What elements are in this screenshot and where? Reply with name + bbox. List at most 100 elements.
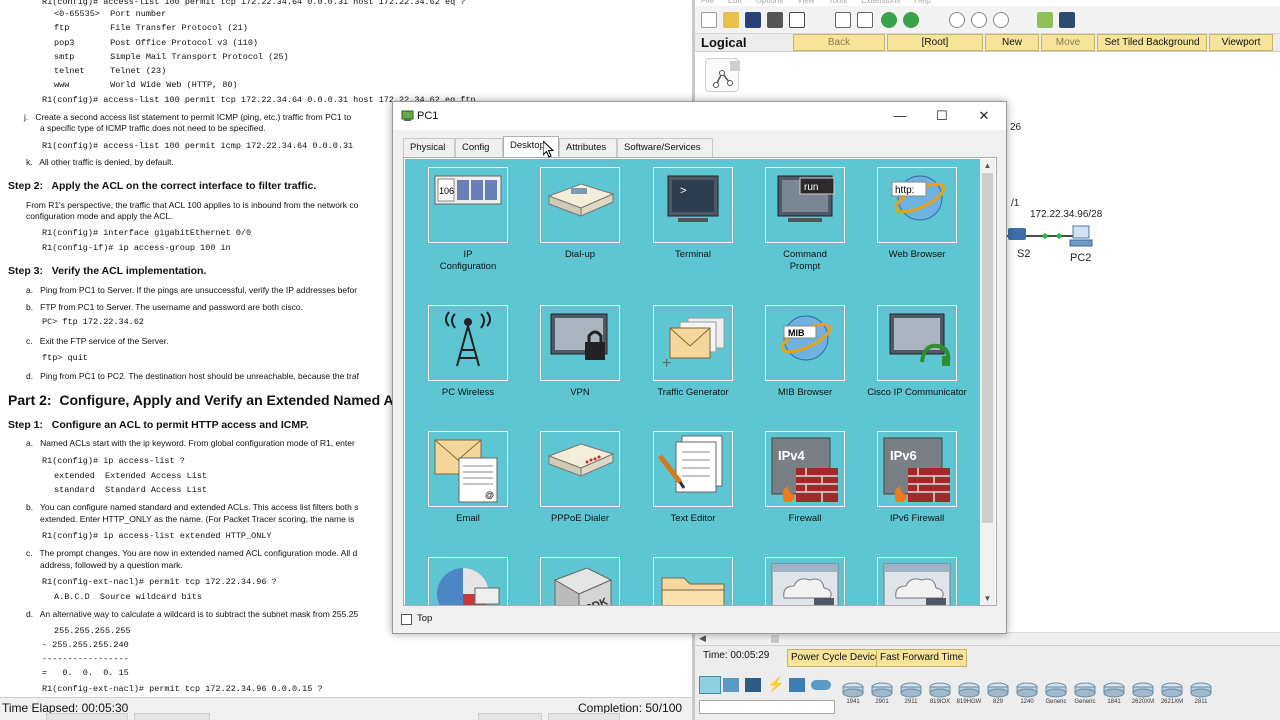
desktop-app-cloud-window-icon[interactable] (753, 557, 857, 605)
move-object-button[interactable]: Move Object (1041, 34, 1095, 63)
set-tiled-background-button[interactable]: Set Tiled Background (1097, 34, 1207, 51)
dialog-title-bar[interactable]: PC1 — ☐ ✕ (393, 102, 1006, 130)
tab-software-services[interactable]: Software/Services (617, 138, 713, 157)
folder-icon[interactable] (653, 557, 733, 605)
router-device-icon[interactable] (841, 679, 865, 699)
status-button[interactable] (478, 713, 542, 720)
ip-communicator-icon[interactable] (877, 305, 957, 381)
activity-wizard-icon[interactable] (789, 12, 805, 28)
menu-item-help[interactable]: Help (914, 0, 930, 5)
router-device-icon[interactable] (1189, 679, 1213, 699)
router-device-icon[interactable] (1160, 679, 1184, 699)
desktop-app-cisco-ip-communicator[interactable]: Cisco IP Communicator (865, 305, 969, 415)
scroll-down-icon[interactable]: ▼ (980, 592, 995, 605)
menu-item-edit[interactable]: Edit (728, 0, 742, 5)
router-device-icon[interactable] (986, 679, 1010, 699)
web-browser-icon[interactable]: http: (877, 167, 957, 243)
menu-item-tools[interactable]: Tools (828, 0, 847, 5)
desktop-app-mib-browser[interactable]: MIB MIB Browser (753, 305, 857, 415)
vpn-lock-icon[interactable] (540, 305, 620, 381)
new-cluster-button[interactable]: New Cluster (985, 34, 1039, 63)
desktop-app-folder-icon[interactable] (641, 557, 745, 605)
root-button[interactable]: [Root] (887, 34, 983, 51)
misc-icon[interactable] (789, 678, 805, 692)
desktop-app-dial-up[interactable]: Dial-up (528, 167, 632, 277)
desktop-app-cloud-window-icon-2[interactable] (865, 557, 969, 605)
router-device-icon[interactable] (1015, 679, 1039, 699)
pppoe-dialer-icon[interactable] (540, 431, 620, 507)
zoom-in-icon[interactable] (949, 12, 965, 28)
logical-workspace-label[interactable]: Logical (701, 35, 747, 50)
status-button[interactable] (548, 713, 620, 720)
router-device-icon[interactable] (1131, 679, 1155, 699)
redo-icon[interactable] (903, 12, 919, 28)
router-device-icon[interactable] (1102, 679, 1126, 699)
minimize-button[interactable]: — (879, 102, 921, 130)
paste-icon[interactable] (857, 12, 873, 28)
sdk-icon[interactable]: SDK (540, 557, 620, 605)
tab-physical[interactable]: Physical (403, 138, 455, 157)
desktop-app-traffic-generator[interactable]: + Traffic Generator (641, 305, 745, 415)
pie-chart-icon[interactable] (428, 557, 508, 605)
connections-icon[interactable]: ⚡ (767, 676, 784, 694)
network-devices-icon[interactable] (699, 676, 721, 694)
firewall-ipv6-icon[interactable]: IPv6 (877, 431, 957, 507)
tab-attributes[interactable]: Attributes (559, 138, 617, 157)
menu-item-extensions[interactable]: Extensions (861, 0, 900, 5)
terminal-icon[interactable]: > (653, 167, 733, 243)
router-device-icon[interactable] (1073, 679, 1097, 699)
device-search-field[interactable] (699, 700, 835, 714)
desktop-app-pc-wireless[interactable]: PC Wireless (416, 305, 520, 415)
viewport-button[interactable]: Viewport (1209, 34, 1273, 51)
palette-icon[interactable] (1037, 12, 1053, 28)
wireless-antenna-icon[interactable] (428, 305, 508, 381)
desktop-app-firewall[interactable]: IPv4 Firewall (753, 431, 857, 541)
desktop-vertical-scrollbar[interactable]: ▲ ▼ (980, 159, 995, 605)
desktop-app-pppoe-dialer[interactable]: PPPoE Dialer (528, 431, 632, 541)
cloud-window-icon-2[interactable] (877, 557, 957, 605)
new-file-icon[interactable] (701, 12, 717, 28)
mib-browser-icon[interactable]: MIB (765, 305, 845, 381)
components-icon[interactable] (745, 678, 761, 692)
scroll-thumb[interactable] (771, 635, 779, 643)
scroll-left-icon[interactable]: ◀ (699, 633, 706, 644)
desktop-app-command-prompt[interactable]: run Command Prompt (753, 167, 857, 277)
ip-config-icon[interactable]: 106 (428, 167, 508, 243)
end-devices-icon[interactable] (723, 678, 739, 692)
router-device-icon[interactable] (1044, 679, 1068, 699)
save-icon[interactable] (745, 12, 761, 28)
desktop-app-text-editor[interactable]: Text Editor (641, 431, 745, 541)
scroll-thumb[interactable] (982, 173, 993, 523)
menu-item-view[interactable]: View (797, 0, 814, 5)
scroll-up-icon[interactable]: ▲ (980, 159, 995, 172)
router-device-icon[interactable] (957, 679, 981, 699)
router-device-icon[interactable] (899, 679, 923, 699)
pc2-icon[interactable] (1069, 224, 1093, 248)
email-icon[interactable]: @ (428, 431, 508, 507)
menu-item-options[interactable]: Options (756, 0, 784, 5)
status-button[interactable] (46, 713, 128, 720)
multiuser-icon[interactable] (811, 680, 831, 690)
router-device-icon[interactable] (870, 679, 894, 699)
traffic-generator-icon[interactable]: + (653, 305, 733, 381)
open-folder-icon[interactable] (723, 12, 739, 28)
top-checkbox[interactable] (401, 614, 412, 625)
print-icon[interactable] (767, 12, 783, 28)
zoom-out-icon[interactable] (993, 12, 1009, 28)
desktop-app-terminal[interactable]: > Terminal (641, 167, 745, 277)
undo-icon[interactable] (881, 12, 897, 28)
desktop-app-ip-configuration[interactable]: 106 IP Configuration (416, 167, 520, 277)
firewall-ipv4-icon[interactable]: IPv4 (765, 431, 845, 507)
cluster-icon[interactable] (705, 58, 748, 92)
power-cycle-devices-button[interactable]: Power Cycle Devices (787, 649, 890, 667)
maximize-button[interactable]: ☐ (921, 102, 963, 130)
command-prompt-icon[interactable]: run (765, 167, 845, 243)
status-button[interactable] (134, 713, 210, 720)
zoom-reset-icon[interactable] (971, 12, 987, 28)
back-button[interactable]: Back (793, 34, 885, 51)
custom-device-icon[interactable] (1059, 12, 1075, 28)
menu-item-file[interactable]: File (701, 0, 714, 5)
text-editor-icon[interactable] (653, 431, 733, 507)
fast-forward-time-button[interactable]: Fast Forward Time (876, 649, 968, 667)
desktop-app-pie-chart-icon[interactable] (416, 557, 520, 605)
